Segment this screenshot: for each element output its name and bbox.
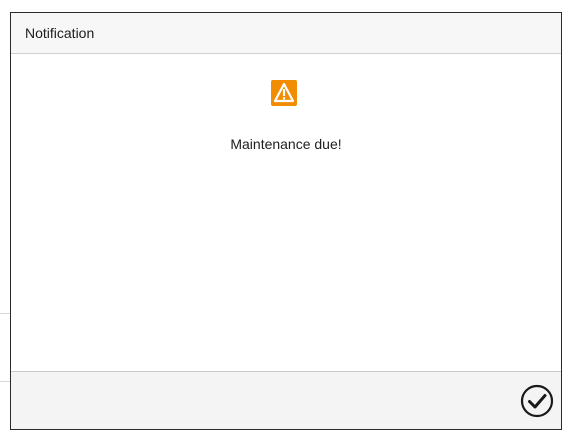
dialog-body: Maintenance due! — [11, 55, 561, 371]
dialog-title: Notification — [25, 25, 95, 41]
warning-icon — [271, 80, 297, 106]
background-divider — [0, 313, 10, 314]
notification-message: Maintenance due! — [230, 136, 342, 152]
confirm-button[interactable] — [517, 381, 557, 421]
dialog-footer — [11, 371, 561, 429]
background-divider — [0, 381, 10, 382]
checkmark-circle-icon — [520, 384, 554, 418]
notification-dialog: Notification Maintenance due! — [10, 12, 562, 430]
dialog-header: Notification — [11, 13, 561, 54]
